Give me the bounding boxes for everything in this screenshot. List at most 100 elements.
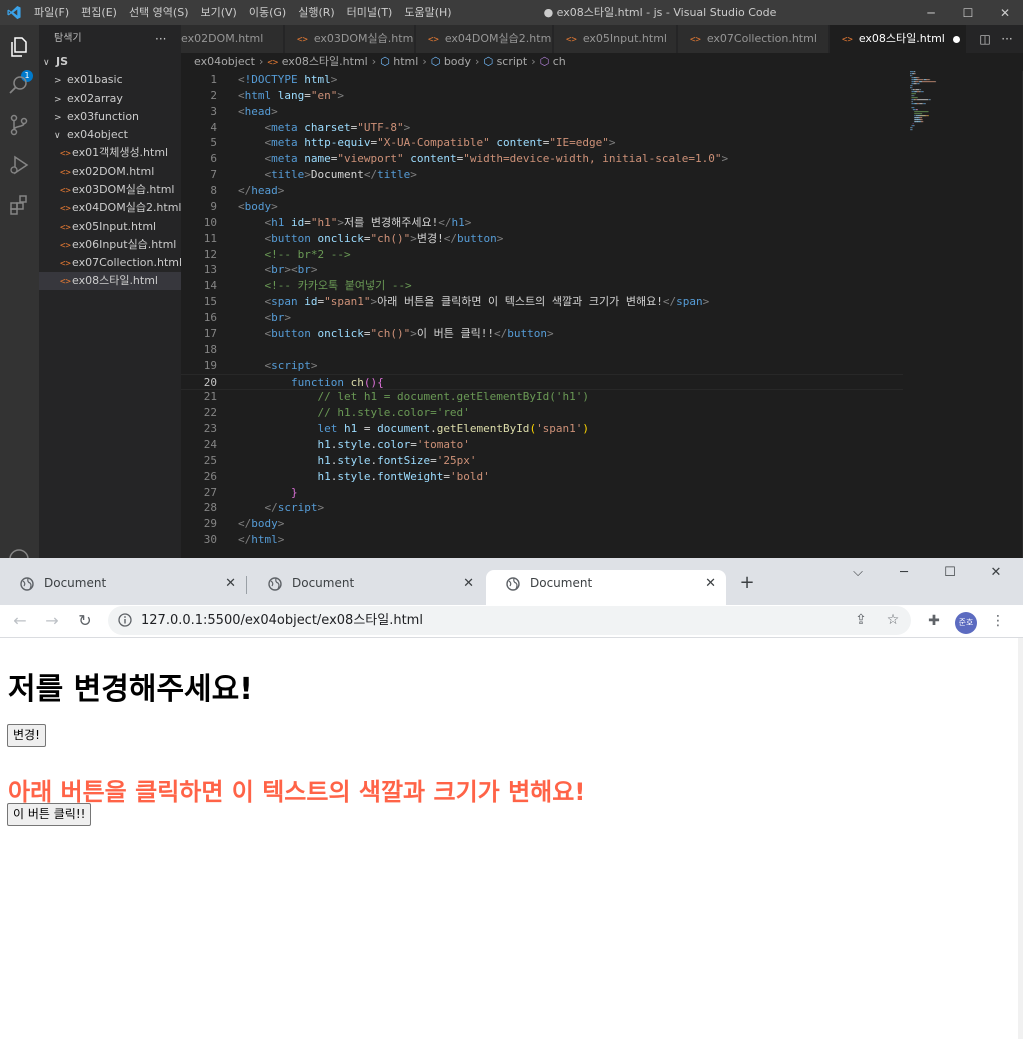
tree-item-file[interactable]: <>ex07Collection.html [39, 254, 181, 272]
unsaved-dot-icon[interactable] [952, 35, 960, 43]
menu-item[interactable]: 실행(R) [292, 0, 340, 25]
code-line[interactable]: 18 [181, 342, 903, 358]
browser-tab[interactable]: Document ✕ [0, 570, 246, 605]
run-debug-icon[interactable] [7, 153, 31, 177]
explorer-icon[interactable] [7, 35, 31, 59]
code-line[interactable]: 14 <!-- 카카오톡 붙여넣기 --> [181, 278, 903, 294]
tree-item-file[interactable]: <>ex05Input.html [39, 218, 181, 236]
menu-item[interactable]: 도움말(H) [398, 0, 457, 25]
breadcrumb-item[interactable]: ex04object [194, 55, 255, 68]
tree-item-folder[interactable]: > ex03function [39, 108, 181, 126]
address-bar[interactable]: 127.0.0.1:5500/ex04object/ex08스타일.html ⇪… [108, 606, 911, 635]
code-editor[interactable]: 1 <!DOCTYPE html> 2 <html lang="en"> 3 <head>… [181, 71, 1023, 558]
menu-item[interactable]: 터미널(T) [341, 0, 399, 25]
tree-item-file[interactable]: <>ex02DOM.html [39, 163, 181, 181]
extensions-icon[interactable]: ✚ [921, 608, 947, 634]
code-line[interactable]: 4 <meta charset="UTF-8"> [181, 120, 903, 136]
breadcrumb-item[interactable]: body [444, 55, 471, 68]
menu-kebab-icon[interactable]: ⋮ [985, 608, 1011, 634]
site-info-icon[interactable] [118, 613, 132, 627]
url-text[interactable]: 127.0.0.1:5500/ex04object/ex08스타일.html [141, 606, 423, 635]
close-icon[interactable]: ✕ [987, 0, 1023, 25]
minimap[interactable] [910, 71, 970, 141]
close-icon[interactable]: ✕ [973, 558, 1019, 588]
code-line[interactable]: 30 </html> [181, 532, 903, 548]
maximize-icon[interactable]: ☐ [927, 558, 973, 588]
breadcrumb-item[interactable]: script [497, 55, 528, 68]
more-actions-icon[interactable]: ··· [155, 25, 166, 53]
code-line[interactable]: 29 </body> [181, 516, 903, 532]
breadcrumb-item[interactable]: ex08스타일.html [282, 55, 368, 68]
code-line[interactable]: 7 <title>Document</title> [181, 167, 903, 183]
editor-tab[interactable]: <> ex04DOM실습2.html [416, 25, 553, 53]
search-icon[interactable] [7, 73, 31, 97]
code-line[interactable]: 13 <br><br> [181, 262, 903, 278]
minimize-icon[interactable]: ─ [913, 0, 949, 25]
breadcrumb-item[interactable]: ch [553, 55, 566, 68]
code-line[interactable]: 24 h1.style.color='tomato' [181, 437, 903, 453]
code-line[interactable]: 27 } [181, 485, 903, 501]
tab-search-icon[interactable]: ⌵ [835, 558, 881, 588]
code-line[interactable]: 1 <!DOCTYPE html> [181, 72, 903, 88]
code-line[interactable]: 19 <script> [181, 358, 903, 374]
code-line[interactable]: 15 <span id="span1">아래 버튼을 클릭하면 이 텍스트의 색… [181, 294, 903, 310]
reload-icon[interactable]: ↻ [72, 608, 98, 634]
code-line[interactable]: 2 <html lang="en"> [181, 88, 903, 104]
tree-item-root[interactable]: ∨ JS [39, 53, 181, 71]
code-line[interactable]: 9 <body> [181, 199, 903, 215]
code-line[interactable]: 5 <meta http-equiv="X-UA-Compatible" con… [181, 135, 903, 151]
code-line[interactable]: 8 </head> [181, 183, 903, 199]
code-line[interactable]: 17 <button onclick="ch()">이 버튼 클릭!!</but… [181, 326, 903, 342]
code-line[interactable]: 25 h1.style.fontSize='25px' [181, 453, 903, 469]
code-line[interactable]: 20 function ch(){ [181, 373, 903, 390]
code-line[interactable]: 21 // let h1 = document.getElementById('… [181, 389, 903, 405]
share-icon[interactable]: ⇪ [850, 606, 872, 635]
code-line[interactable]: 23 let h1 = document.getElementById('spa… [181, 421, 903, 437]
maximize-icon[interactable]: ☐ [950, 0, 986, 25]
account-icon[interactable] [7, 547, 31, 558]
code-line[interactable]: 11 <button onclick="ch()">변경!</button> [181, 231, 903, 247]
tree-item-file[interactable]: <>ex06Input실습.html [39, 236, 181, 254]
tree-item-folder[interactable]: ∨ ex04object [39, 126, 181, 144]
tree-item-folder[interactable]: > ex01basic [39, 71, 181, 89]
close-tab-icon[interactable]: ✕ [463, 570, 474, 597]
menu-item[interactable]: 편집(E) [75, 0, 123, 25]
profile-avatar[interactable]: 준호 [955, 612, 977, 634]
menu-item[interactable]: 파일(F) [28, 0, 75, 25]
editor-tab[interactable]: ex02DOM.html [181, 25, 284, 53]
change-button[interactable]: 변경! [7, 724, 46, 747]
code-line[interactable]: 3 <head> [181, 104, 903, 120]
close-tab-icon[interactable]: ✕ [705, 570, 716, 597]
breadcrumb-item[interactable]: html [393, 55, 418, 68]
browser-tab[interactable]: Document ✕ [486, 570, 726, 605]
click-me-button[interactable]: 이 버튼 클릭!! [7, 803, 92, 826]
tree-item-file[interactable]: <>ex03DOM실습.html [39, 181, 181, 199]
tree-item-file[interactable]: <>ex04DOM실습2.html [39, 199, 181, 217]
menu-item[interactable]: 보기(V) [194, 0, 242, 25]
back-icon[interactable]: ← [7, 608, 33, 634]
source-control-icon[interactable] [7, 113, 31, 137]
page-scrollbar[interactable] [1018, 638, 1023, 1039]
tree-item-folder[interactable]: > ex02array [39, 90, 181, 108]
code-line[interactable]: 28 </script> [181, 500, 903, 516]
code-line[interactable]: 10 <h1 id="h1">저를 변경해주세요!</h1> [181, 215, 903, 231]
editor-tab[interactable]: <> ex07Collection.html [678, 25, 829, 53]
close-tab-icon[interactable]: ✕ [225, 570, 236, 597]
code-line[interactable]: 26 h1.style.fontWeight='bold' [181, 469, 903, 485]
editor-tab[interactable]: <> ex05Input.html [554, 25, 677, 53]
editor-tab[interactable]: <> ex08스타일.html [830, 25, 967, 53]
tree-item-file[interactable]: <>ex01객체생성.html [39, 144, 181, 162]
forward-icon[interactable]: → [39, 608, 65, 634]
menu-item[interactable]: 선택 영역(S) [123, 0, 195, 25]
split-editor-icon[interactable]: ◫ [974, 25, 996, 53]
code-line[interactable]: 22 // h1.style.color='red' [181, 405, 903, 421]
bookmark-star-icon[interactable]: ☆ [882, 606, 904, 635]
extensions-icon[interactable] [7, 193, 31, 217]
code-line[interactable]: 16 <br> [181, 310, 903, 326]
code-line[interactable]: 12 <!-- br*2 --> [181, 247, 903, 263]
minimize-icon[interactable]: ─ [881, 558, 927, 588]
new-tab-button[interactable]: + [736, 572, 758, 594]
more-actions-icon[interactable]: ··· [996, 25, 1018, 53]
menu-item[interactable]: 이동(G) [243, 0, 292, 25]
editor-tab[interactable]: <> ex03DOM실습.html [285, 25, 415, 53]
